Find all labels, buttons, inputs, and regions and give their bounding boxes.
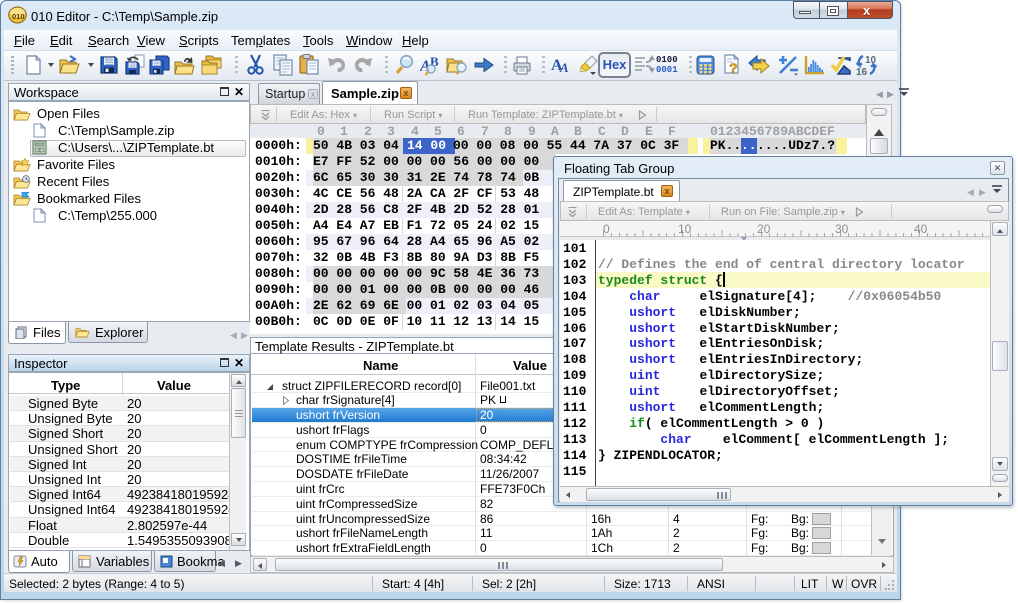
svg-text:16: 16 bbox=[856, 67, 868, 76]
svg-text:A: A bbox=[559, 60, 569, 75]
svg-text:?: ? bbox=[729, 60, 738, 76]
svg-text:010: 010 bbox=[12, 12, 25, 21]
